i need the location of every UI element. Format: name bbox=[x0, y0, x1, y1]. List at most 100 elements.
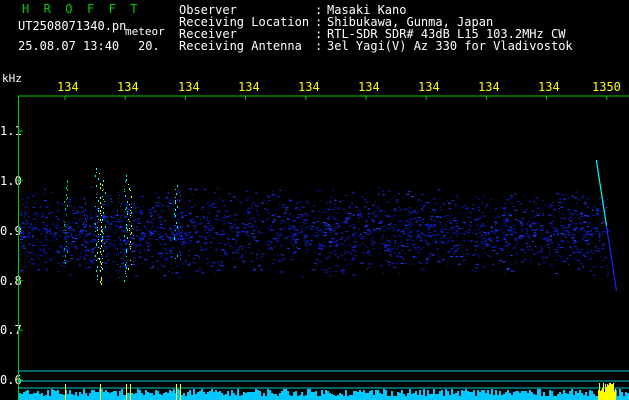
noise-pixel bbox=[521, 249, 525, 251]
level-spike bbox=[613, 383, 614, 400]
noise-pixel bbox=[371, 218, 373, 220]
noise-pixel bbox=[241, 254, 244, 256]
noise-pixel bbox=[101, 234, 104, 236]
noise-pixel bbox=[43, 247, 45, 249]
noise-pixel bbox=[72, 240, 76, 242]
noise-pixel bbox=[238, 212, 240, 213]
noise-pixel bbox=[329, 246, 330, 247]
noise-pixel bbox=[196, 240, 200, 242]
noise-pixel bbox=[399, 260, 401, 262]
noise-pixel bbox=[576, 214, 579, 216]
noise-pixel bbox=[599, 203, 603, 205]
echo-pixel bbox=[130, 210, 131, 211]
noise-pixel bbox=[455, 195, 459, 197]
noise-pixel bbox=[453, 217, 456, 219]
noise-pixel bbox=[220, 261, 223, 263]
echo-pixel bbox=[105, 226, 106, 228]
noise-pixel bbox=[161, 236, 163, 238]
echo-pixel bbox=[118, 273, 119, 274]
noise-pixel bbox=[274, 259, 276, 261]
noise-pixel bbox=[560, 258, 562, 260]
noise-pixel bbox=[606, 198, 608, 200]
level-bar bbox=[313, 392, 315, 400]
noise-pixel bbox=[234, 238, 236, 240]
noise-pixel bbox=[139, 252, 140, 254]
level-bar bbox=[243, 392, 245, 400]
noise-pixel bbox=[200, 222, 203, 223]
noise-pixel bbox=[46, 230, 48, 232]
noise-pixel bbox=[560, 247, 564, 248]
noise-pixel bbox=[22, 233, 24, 235]
noise-pixel bbox=[63, 187, 66, 189]
noise-pixel bbox=[423, 233, 425, 235]
noise-pixel bbox=[279, 189, 282, 191]
noise-pixel bbox=[573, 229, 575, 231]
noise-pixel bbox=[382, 234, 384, 236]
noise-pixel bbox=[315, 258, 319, 260]
noise-pixel bbox=[333, 190, 334, 192]
noise-pixel bbox=[494, 246, 498, 247]
noise-pixel bbox=[585, 236, 587, 238]
noise-pixel bbox=[437, 189, 441, 191]
noise-pixel bbox=[394, 215, 397, 217]
level-bar bbox=[139, 390, 141, 400]
noise-pixel bbox=[78, 206, 80, 208]
noise-pixel bbox=[182, 243, 184, 245]
noise-pixel bbox=[271, 230, 275, 231]
noise-pixel bbox=[451, 248, 454, 249]
noise-pixel bbox=[194, 232, 197, 234]
noise-pixel bbox=[143, 212, 145, 214]
noise-pixel bbox=[254, 220, 256, 222]
noise-pixel bbox=[280, 245, 284, 247]
noise-pixel bbox=[521, 261, 524, 263]
noise-pixel bbox=[487, 232, 490, 234]
noise-pixel bbox=[194, 225, 197, 227]
level-bar bbox=[541, 396, 543, 400]
level-bar bbox=[537, 389, 539, 400]
noise-pixel bbox=[105, 241, 106, 243]
noise-pixel bbox=[200, 249, 204, 250]
noise-pixel bbox=[543, 257, 545, 259]
noise-pixel bbox=[58, 203, 60, 205]
noise-pixel bbox=[140, 234, 143, 236]
noise-pixel bbox=[114, 244, 116, 246]
noise-pixel bbox=[126, 231, 129, 233]
echo-pixel bbox=[179, 251, 180, 253]
noise-pixel bbox=[228, 193, 231, 195]
noise-pixel bbox=[568, 218, 570, 220]
noise-pixel bbox=[240, 256, 244, 258]
noise-pixel bbox=[321, 211, 324, 213]
echo-pixel bbox=[127, 213, 128, 215]
level-bar bbox=[209, 391, 211, 400]
noise-pixel bbox=[505, 219, 509, 221]
noise-pixel bbox=[386, 237, 388, 239]
echo-pixel bbox=[126, 179, 127, 181]
noise-pixel bbox=[165, 223, 167, 225]
noise-pixel bbox=[169, 252, 173, 254]
level-bar bbox=[491, 389, 493, 400]
noise-pixel bbox=[420, 268, 422, 270]
echo-pixel bbox=[117, 264, 118, 265]
noise-pixel bbox=[190, 222, 193, 223]
echo-pixel bbox=[102, 258, 103, 259]
noise-pixel bbox=[540, 246, 543, 248]
noise-pixel bbox=[501, 249, 504, 251]
noise-pixel bbox=[527, 220, 530, 222]
level-bar bbox=[395, 396, 397, 400]
noise-pixel bbox=[43, 227, 47, 229]
noise-pixel bbox=[283, 227, 286, 229]
noise-pixel bbox=[594, 246, 597, 248]
noise-pixel bbox=[379, 229, 381, 231]
level-bar bbox=[201, 389, 203, 400]
noise-pixel bbox=[491, 241, 493, 243]
noise-pixel bbox=[426, 223, 429, 225]
noise-pixel bbox=[89, 232, 92, 234]
noise-pixel bbox=[431, 209, 435, 211]
level-bar bbox=[437, 394, 439, 400]
noise-pixel bbox=[106, 256, 108, 257]
noise-pixel bbox=[149, 230, 152, 232]
noise-pixel bbox=[338, 225, 341, 227]
level-bar bbox=[77, 396, 79, 400]
echo-pixel bbox=[65, 230, 66, 231]
level-bar bbox=[285, 389, 287, 400]
